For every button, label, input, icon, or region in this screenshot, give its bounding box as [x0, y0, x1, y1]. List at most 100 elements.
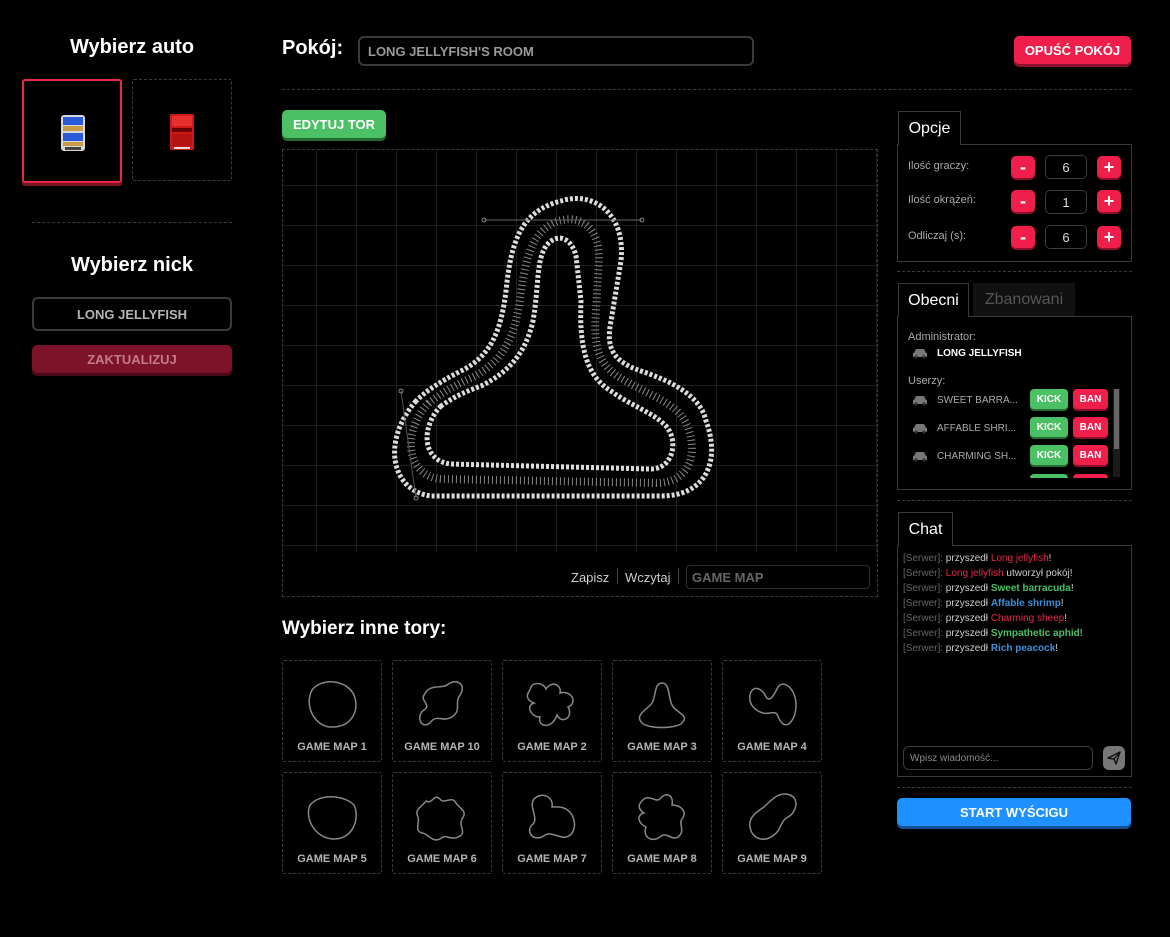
map-card[interactable]: GAME MAP 6 [392, 772, 492, 874]
send-button[interactable] [1103, 746, 1125, 770]
map-5-thumbnail [307, 796, 357, 840]
save-map-link[interactable]: Zapisz [571, 570, 609, 585]
tab-banned[interactable]: Zbanowani [973, 283, 1075, 317]
server-tag: [Serwer]: [903, 553, 944, 564]
choose-car-heading: Wybierz auto [69, 36, 195, 58]
msg-name: Charming sheep [990, 613, 1065, 624]
kick-button[interactable]: KICK [1030, 389, 1068, 409]
map-card[interactable]: GAME MAP 5 [282, 772, 382, 874]
map-label: GAME MAP 2 [517, 741, 587, 753]
msg-name: Long jellyfish [945, 568, 1004, 579]
chat-message: [Serwer]: przyszedł Affable shrimp! [903, 598, 1064, 609]
chat-message: [Serwer]: przyszedł Long jellyfish! [903, 553, 1051, 564]
car-option-red-truck[interactable] [132, 79, 232, 181]
chat-message: [Serwer]: przyszedł Rich peacock! [903, 643, 1058, 654]
chat-message: [Serwer]: przyszedł Sympathetic aphid! [903, 628, 1083, 639]
msg-name: Sweet barracuda [990, 583, 1071, 594]
ban-button[interactable]: BAN [1073, 445, 1108, 465]
kick-button[interactable]: KICK [1030, 417, 1068, 437]
edit-track-button[interactable]: EDYTUJ TOR [282, 110, 386, 138]
tab-present[interactable]: Obecni [898, 283, 969, 317]
police-car-icon [61, 115, 85, 151]
track-editor[interactable]: Zapisz Wczytaj GAME MAP [282, 149, 878, 597]
room-name-input[interactable]: LONG JELLYFISH'S ROOM [358, 36, 754, 66]
load-map-link[interactable]: Wczytaj [625, 570, 671, 585]
tab-options[interactable]: Opcje [898, 111, 961, 145]
players-plus-button[interactable]: + [1097, 156, 1121, 178]
car-icon [913, 349, 927, 359]
msg-name: Affable shrimp [990, 598, 1061, 609]
laps-value[interactable]: 1 [1045, 190, 1087, 214]
countdown-value[interactable]: 6 [1045, 225, 1087, 249]
map-card[interactable]: GAME MAP 2 [502, 660, 602, 762]
map-1-thumbnail [308, 681, 357, 728]
map-card[interactable]: GAME MAP 8 [612, 772, 712, 874]
msg-text: przyszedł [945, 598, 991, 609]
msg-tail: ! [1055, 643, 1059, 654]
map-10-thumbnail [419, 681, 464, 726]
chat-message: [Serwer]: Long jellyfish utworzył pokój! [903, 568, 1073, 579]
server-tag: [Serwer]: [903, 628, 944, 639]
start-race-button[interactable]: START WYŚCIGU [897, 798, 1131, 826]
map-label: GAME MAP 8 [627, 853, 697, 865]
msg-text: przyszedł [945, 553, 991, 564]
car-option-police[interactable] [22, 79, 122, 183]
car-icon [913, 424, 927, 434]
track-preview[interactable] [283, 150, 877, 552]
countdown-plus-button[interactable]: + [1097, 226, 1121, 248]
laps-minus-button[interactable]: - [1011, 190, 1035, 212]
room-label: Pokój: [282, 37, 344, 59]
car-icon [913, 452, 927, 462]
user-name: SWEET BARRA... [937, 394, 1018, 406]
ban-button[interactable]: BAN [1073, 417, 1108, 437]
map-label: GAME MAP 10 [404, 741, 480, 753]
map-6-thumbnail [416, 796, 465, 841]
map-label: GAME MAP 7 [517, 853, 587, 865]
map-card[interactable]: GAME MAP 7 [502, 772, 602, 874]
map-name-input[interactable]: GAME MAP [686, 565, 870, 589]
chat-input[interactable]: Wpisz wiadomość... [903, 746, 1093, 770]
choose-nick-heading: Wybierz nick [71, 254, 193, 276]
send-icon [1107, 751, 1121, 765]
leave-room-button[interactable]: OPUŚĆ POKÓJ [1014, 36, 1131, 64]
map-label: GAME MAP 9 [737, 853, 807, 865]
other-maps-heading: Wybierz inne tory: [282, 618, 447, 639]
map-9-thumbnail [749, 793, 797, 840]
msg-text: przyszedł [945, 628, 991, 639]
map-8-thumbnail [638, 794, 685, 841]
chat-message: [Serwer]: przyszedł Sweet barracuda! [903, 583, 1074, 594]
ban-button[interactable]: BAN [1073, 389, 1108, 409]
msg-text: przyszedł [945, 613, 991, 624]
admin-name: LONG JELLYFISH [937, 347, 1022, 359]
players-minus-button[interactable]: - [1011, 156, 1035, 178]
user-row: AFFABLE SHRI... [912, 417, 1016, 439]
map-card[interactable]: GAME MAP 1 [282, 660, 382, 762]
laps-plus-button[interactable]: + [1097, 190, 1121, 212]
update-nick-button[interactable]: ZAKTUALIZUJ [32, 345, 232, 373]
nick-input[interactable]: LONG JELLYFISH [32, 297, 232, 331]
user-row: SWEET BARRA... [912, 389, 1018, 411]
players-value[interactable]: 6 [1045, 155, 1087, 179]
map-4-thumbnail [749, 683, 797, 726]
map-card[interactable]: GAME MAP 10 [392, 660, 492, 762]
countdown-minus-button[interactable]: - [1011, 226, 1035, 248]
kick-button[interactable]: KICK [1030, 445, 1068, 465]
server-tag: [Serwer]: [903, 568, 944, 579]
user-name: AFFABLE SHRI... [937, 422, 1016, 434]
map-card[interactable]: GAME MAP 9 [722, 772, 822, 874]
map-7-thumbnail [528, 794, 576, 839]
map-card[interactable]: GAME MAP 3 [612, 660, 712, 762]
map-label: GAME MAP 1 [297, 741, 367, 753]
server-tag: [Serwer]: [903, 583, 944, 594]
users-label: Userzy: [908, 375, 946, 387]
laps-label: Ilość okrążeń: [908, 194, 976, 206]
msg-tail: ! [1048, 553, 1052, 564]
tab-chat[interactable]: Chat [898, 512, 953, 546]
countdown-label: Odliczaj (s): [908, 230, 967, 242]
users-scrollbar[interactable] [1113, 389, 1120, 477]
user-name: CHARMING SH... [937, 450, 1017, 462]
msg-name: Long jellyfish [990, 553, 1049, 564]
msg-name: Sympathetic aphid [990, 628, 1080, 639]
map-card[interactable]: GAME MAP 4 [722, 660, 822, 762]
server-tag: [Serwer]: [903, 613, 944, 624]
